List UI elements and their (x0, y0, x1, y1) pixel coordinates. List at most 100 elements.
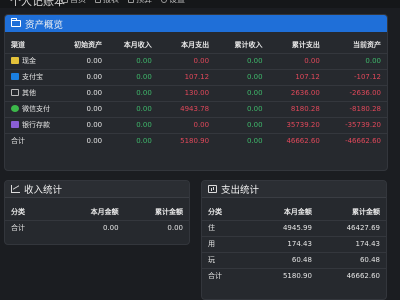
cash-icon (11, 57, 19, 64)
nav-item-report[interactable]: 报表 (95, 0, 119, 5)
month-amount-cell: 174.43 (249, 235, 318, 252)
category-cell: 用 (202, 235, 250, 252)
month-amount-cell: 0.00 (60, 219, 125, 236)
asset-overview-table: 渠道 初始资产 本月收入 本月支出 累计收入 累计支出 当前资产 现金 0.00… (5, 37, 387, 149)
budget-icon (128, 0, 134, 3)
month-amount-cell: 5180.90 (249, 267, 318, 284)
month-amount-cell: 60.48 (249, 251, 318, 268)
table-total-row: 合计 5180.90 46662.60 (202, 267, 386, 284)
income-stats-card: 收入统计 分类 本月金额 累计金额 合计 0.00 0.00 (4, 180, 190, 245)
channel-cell: 合计 (5, 132, 59, 149)
month-expense-cell: 5180.90 (157, 132, 216, 149)
table-row: 微信支付 0.00 0.00 4943.78 0.00 8180.28 -818… (5, 100, 387, 117)
month-income-cell: 0.00 (108, 84, 158, 101)
app-title: 个人记账本 (10, 0, 65, 8)
table-header-row: 分类 本月金额 累计金额 (5, 204, 189, 220)
total-amount-cell: 60.48 (317, 251, 386, 268)
line-chart-icon (11, 185, 20, 193)
bar-chart-icon (208, 185, 217, 193)
total-income-cell: 0.00 (215, 68, 269, 85)
column-header: 累计支出 (291, 40, 320, 49)
initial-asset-cell: 0.00 (58, 68, 109, 85)
total-income-cell: 0.00 (215, 116, 269, 133)
nav-item-settings[interactable]: 设置 (161, 0, 185, 5)
expense-stats-card: 支出统计 分类 本月金额 累计金额 住 4945.99 46427.69 用 1… (201, 180, 387, 300)
month-income-cell: 0.00 (108, 100, 158, 117)
table-total-row: 合计 0.00 0.00 (5, 219, 189, 236)
expense-stats-table: 分类 本月金额 累计金额 住 4945.99 46427.69 用 174.43… (202, 204, 386, 284)
month-income-cell: 0.00 (108, 116, 158, 133)
category-cell: 住 (202, 219, 250, 236)
initial-asset-cell: 0.00 (58, 84, 109, 101)
column-header: 本月金额 (283, 207, 312, 216)
table-row: 住 4945.99 46427.69 (202, 219, 386, 236)
total-expense-cell: 2636.00 (268, 84, 326, 101)
column-header: 分类 (11, 207, 25, 216)
total-expense-cell: 46662.60 (268, 132, 326, 149)
wechat-icon (11, 105, 19, 112)
asset-overview-card: 资产概览 渠道 初始资产 本月收入 本月支出 累计收入 累计支出 当前资产 现金… (4, 14, 388, 171)
top-nav: 首页 报表 预算 设置 (62, 0, 185, 5)
column-header: 累计金额 (155, 207, 183, 216)
month-amount-cell: 4945.99 (249, 219, 318, 236)
month-expense-cell: 0.00 (157, 52, 216, 69)
total-expense-cell: 107.12 (268, 68, 326, 85)
initial-asset-cell: 0.00 (58, 52, 109, 69)
column-header: 当前资产 (353, 40, 381, 49)
month-expense-cell: 107.12 (157, 68, 216, 85)
top-bar: 个人记账本 首页 报表 预算 设置 (0, 0, 400, 8)
total-amount-cell: 0.00 (124, 219, 189, 236)
other-icon (11, 89, 19, 96)
total-income-cell: 0.00 (215, 52, 269, 69)
expense-stats-header: 支出统计 (202, 181, 386, 198)
initial-asset-cell: 0.00 (58, 132, 109, 149)
bank-icon (11, 121, 19, 128)
total-income-cell: 0.00 (215, 84, 269, 101)
nav-item-budget[interactable]: 预算 (128, 0, 152, 5)
total-amount-cell: 46427.69 (317, 219, 386, 236)
total-income-cell: 0.00 (215, 132, 269, 149)
month-expense-cell: 130.00 (157, 84, 216, 101)
alipay-icon (11, 73, 19, 80)
channel-cell: 支付宝 (5, 68, 59, 85)
table-row: 用 174.43 174.43 (202, 235, 386, 252)
chart-icon (95, 0, 101, 3)
table-row: 支付宝 0.00 0.00 107.12 0.00 107.12 -107.12 (5, 68, 387, 85)
month-income-cell: 0.00 (108, 52, 158, 69)
month-income-cell: 0.00 (108, 132, 158, 149)
folder-icon (11, 18, 21, 27)
total-expense-cell: 0.00 (268, 52, 326, 69)
current-asset-cell: -35739.20 (325, 116, 387, 133)
category-cell: 合计 (5, 219, 61, 236)
table-row: 玩 60.48 60.48 (202, 251, 386, 268)
current-asset-cell: 0.00 (325, 52, 387, 69)
table-row: 现金 0.00 0.00 0.00 0.00 0.00 0.00 (5, 52, 387, 69)
column-header: 本月收入 (123, 40, 152, 49)
channel-cell: 现金 (5, 52, 59, 69)
asset-overview-title: 资产概览 (25, 19, 64, 31)
category-cell: 玩 (202, 251, 250, 268)
channel-cell: 其他 (5, 84, 59, 101)
total-expense-cell: 8180.28 (268, 100, 326, 117)
income-stats-table: 分类 本月金额 累计金额 合计 0.00 0.00 (5, 204, 189, 236)
month-income-cell: 0.00 (108, 68, 158, 85)
total-amount-cell: 174.43 (317, 235, 386, 252)
category-cell: 合计 (202, 267, 250, 284)
table-row: 其他 0.00 0.00 130.00 0.00 2636.00 -2636.0… (5, 84, 387, 101)
gear-icon (161, 0, 167, 3)
column-header: 分类 (208, 207, 222, 216)
income-stats-header: 收入统计 (5, 181, 189, 198)
month-expense-cell: 4943.78 (157, 100, 216, 117)
column-header: 本月金额 (90, 207, 119, 216)
nav-item-home[interactable]: 首页 (62, 0, 86, 5)
current-asset-cell: -107.12 (325, 68, 387, 85)
column-header: 渠道 (11, 40, 25, 49)
column-header: 累计金额 (352, 207, 380, 216)
column-header: 初始资产 (74, 40, 103, 49)
initial-asset-cell: 0.00 (58, 116, 109, 133)
total-amount-cell: 46662.60 (317, 267, 386, 284)
home-icon (62, 0, 68, 3)
column-header: 本月支出 (181, 40, 210, 49)
table-header-row: 渠道 初始资产 本月收入 本月支出 累计收入 累计支出 当前资产 (5, 37, 387, 53)
table-total-row: 合计 0.00 0.00 5180.90 0.00 46662.60 -4666… (5, 132, 387, 149)
